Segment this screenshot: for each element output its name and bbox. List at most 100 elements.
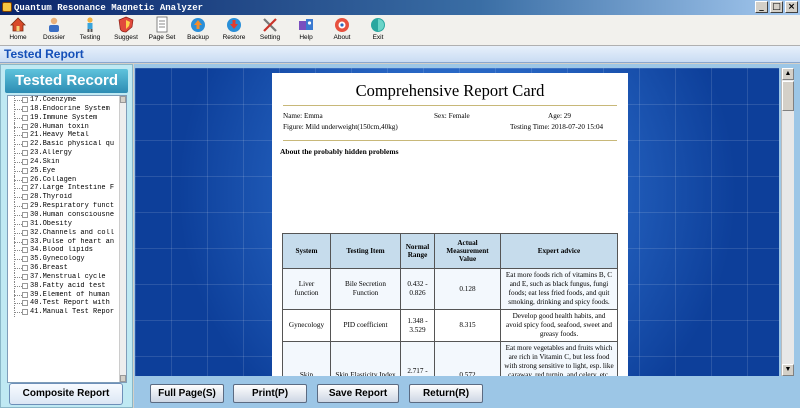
record-label: 18.Endocrine System: [30, 104, 110, 113]
record-item[interactable]: 20.Human toxin: [8, 122, 120, 132]
record-label: 39.Element of human: [30, 290, 110, 299]
cell-system: Liver function: [282, 268, 331, 310]
record-item[interactable]: 38.Fatty acid test: [8, 281, 120, 291]
home-icon: [9, 16, 27, 33]
record-node-icon: [22, 185, 28, 192]
setting-icon: [261, 16, 279, 33]
record-label: 27.Large Intestine F: [30, 184, 115, 193]
page-set-button[interactable]: Page Set: [144, 15, 180, 46]
dossier-icon: [45, 16, 63, 33]
restore-button[interactable]: Restore: [216, 15, 252, 46]
record-node-icon: [22, 273, 28, 280]
help-button[interactable]: Help: [288, 15, 324, 46]
record-item[interactable]: 29.Respiratory funct: [8, 202, 120, 211]
record-label: 35.Gynecology: [30, 255, 85, 264]
record-label: 28.Thyroid: [30, 193, 73, 202]
cell-value: 8.315: [434, 309, 501, 342]
backup-button[interactable]: Backup: [180, 15, 216, 46]
return-button[interactable]: Return(R): [409, 384, 483, 403]
record-item[interactable]: 17.Coenzyme: [8, 96, 120, 105]
record-item[interactable]: 37.Menstrual cycle: [8, 272, 120, 282]
record-node-icon: [22, 105, 28, 112]
record-item[interactable]: 26.Collagen: [8, 175, 120, 185]
record-node-icon: [22, 220, 28, 227]
exit-button[interactable]: Exit: [360, 15, 396, 46]
scroll-thumb[interactable]: [782, 81, 794, 111]
scroll-down-button[interactable]: [120, 375, 126, 382]
scroll-up-button[interactable]: ▲: [782, 68, 794, 80]
testing-button[interactable]: Testing: [72, 15, 108, 46]
record-label: 31.Obesity: [30, 219, 73, 228]
record-item[interactable]: 34.Blood lipids: [8, 246, 120, 256]
report-scrollbar[interactable]: ▲ ▼: [781, 68, 794, 376]
scroll-up-button[interactable]: [120, 96, 126, 103]
record-label: 37.Menstrual cycle: [30, 272, 106, 281]
cell-value: 0.572: [434, 341, 501, 376]
save-report-button[interactable]: Save Report: [317, 384, 399, 403]
record-scrollbar[interactable]: [119, 96, 126, 382]
tested-record-panel: Tested Record 17.Coenzyme 18.Endocrine Sy…: [0, 64, 133, 408]
window-controls: _ □ ×: [755, 1, 798, 13]
record-label: 23.Allergy: [30, 149, 73, 158]
print-button[interactable]: Print(P): [233, 384, 307, 403]
maximize-button[interactable]: □: [770, 1, 783, 13]
patient-sex: Sex: Female: [434, 112, 470, 120]
window-title: Quantum Resonance Magnetic Analyzer: [14, 2, 204, 13]
record-item[interactable]: 27.Large Intestine F: [8, 184, 120, 194]
record-node-icon: [22, 300, 28, 307]
record-item[interactable]: 25.Eye: [8, 166, 120, 176]
exit-icon: [369, 16, 387, 33]
patient-info: Name: Emma Sex: Female Age: 29 Figure: M…: [272, 112, 628, 136]
record-item[interactable]: 22.Basic physical qu: [8, 140, 120, 149]
hidden-problems-title: About the probably hidden problems: [280, 147, 399, 156]
record-item[interactable]: 41.Manual Test Repor: [8, 308, 120, 317]
record-item[interactable]: 31.Obesity: [8, 219, 120, 229]
record-item[interactable]: 32.Channels and coll: [8, 228, 120, 238]
tested-record-title: Tested Record: [5, 69, 128, 93]
record-label: 22.Basic physical qu: [30, 140, 115, 149]
report-canvas: Comprehensive Report Card Name: Emma Sex…: [135, 68, 779, 376]
setting-label: Setting: [259, 34, 281, 41]
record-item[interactable]: 33.Pulse of heart an: [8, 237, 120, 247]
record-item[interactable]: 35.Gynecology: [8, 255, 120, 264]
record-label: 40.Test Report with: [30, 299, 110, 308]
report-panel: Comprehensive Report Card Name: Emma Sex…: [134, 64, 800, 408]
record-item[interactable]: 21.Heavy Metal: [8, 131, 120, 141]
table-row: Liver function Bile Secretion Function 0.4…: [282, 268, 618, 310]
testing-icon: [81, 16, 99, 33]
dossier-button[interactable]: Dossier: [36, 15, 72, 46]
record-node-icon: [22, 158, 28, 165]
restore-label: Restore: [222, 34, 246, 41]
record-item[interactable]: 30.Human consciousne: [8, 210, 120, 220]
record-item[interactable]: 19.Immune System: [8, 113, 120, 123]
record-label: 33.Pulse of heart an: [30, 237, 115, 246]
about-button[interactable]: About: [324, 15, 360, 46]
column-header: Actual Measurement Value: [434, 233, 501, 269]
close-button[interactable]: ×: [785, 1, 798, 13]
record-node-icon: [22, 132, 28, 139]
backup-label: Backup: [187, 34, 209, 41]
record-item[interactable]: 18.Endocrine System: [8, 104, 120, 114]
app-icon: [2, 2, 12, 12]
minimize-button[interactable]: _: [755, 1, 768, 13]
record-item[interactable]: 23.Allergy: [8, 149, 120, 158]
record-node-icon: [22, 114, 28, 121]
home-button[interactable]: Home: [0, 15, 36, 46]
record-node-icon: [22, 265, 28, 272]
record-item[interactable]: 36.Breast: [8, 264, 120, 273]
cell-advice: Eat more foods rich of vitamins B, C and…: [500, 268, 618, 310]
record-label: 29.Respiratory funct: [30, 202, 115, 211]
suggest-button[interactable]: Suggest: [108, 15, 144, 46]
record-item[interactable]: 39.Element of human: [8, 290, 120, 300]
scroll-down-button[interactable]: ▼: [782, 364, 794, 376]
record-node-icon: [22, 194, 28, 201]
full-page-button[interactable]: Full Page(S): [150, 384, 224, 403]
cell-value: 0.128: [434, 268, 501, 310]
record-item[interactable]: 24.Skin: [8, 157, 120, 167]
cell-item: PID coefficient: [330, 309, 401, 342]
record-item[interactable]: 40.Test Report with: [8, 299, 120, 309]
setting-button[interactable]: Setting: [252, 15, 288, 46]
composite-report-button[interactable]: Composite Report: [9, 383, 123, 405]
record-item[interactable]: 28.Thyroid: [8, 193, 120, 202]
record-node-icon: [22, 238, 28, 245]
